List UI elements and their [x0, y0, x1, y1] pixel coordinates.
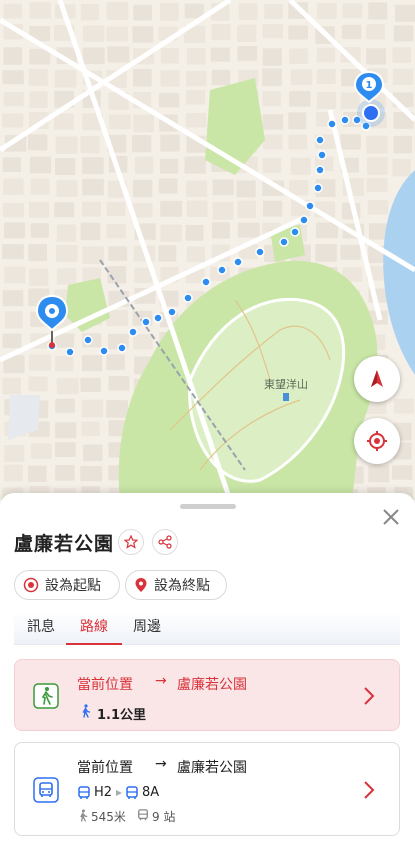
- compass-button[interactable]: [354, 356, 400, 402]
- share-button[interactable]: [152, 529, 178, 555]
- walk-small-icon: [82, 704, 91, 718]
- favorite-button[interactable]: [118, 529, 144, 555]
- transfer-icon: [116, 790, 122, 796]
- set-start-label: 設為起點: [45, 578, 101, 594]
- set-start-button[interactable]: 設為起點: [14, 570, 120, 600]
- set-end-label: 設為終點: [154, 578, 210, 594]
- landmark-icon: [283, 393, 289, 401]
- bus-arrow-icon: →: [155, 756, 167, 772]
- bus-from: 當前位置: [77, 760, 133, 776]
- share-icon: [158, 535, 172, 549]
- place-title: 盧廉若公園: [14, 533, 115, 555]
- bus-icon: [78, 786, 90, 799]
- start-marker-number: 1: [366, 80, 373, 91]
- bus-mode-icon: [33, 777, 59, 803]
- walk-distance: 1.1公里: [97, 708, 147, 723]
- bus-route-card[interactable]: 當前位置 → 盧廉若公園 H2 8A 545米 9 站: [14, 742, 400, 836]
- landmark-label: 東望洋山: [264, 377, 308, 391]
- bus-icon: [126, 786, 138, 799]
- walk-small-icon: [80, 809, 88, 822]
- target-icon: [23, 577, 39, 593]
- pin-icon: [134, 577, 148, 593]
- map-view[interactable]: 東望洋山 1: [0, 0, 415, 500]
- walk-mode-icon: [33, 683, 59, 709]
- bus-line-1: H2: [94, 785, 113, 800]
- star-icon: [124, 535, 138, 549]
- locate-icon: [367, 431, 387, 451]
- bus-line-2: 8A: [142, 785, 160, 800]
- walk-route-card[interactable]: 當前位置 → 盧廉若公園 1.1公里: [14, 659, 400, 731]
- tab-info[interactable]: 訊息: [27, 612, 55, 644]
- current-location-dot: [362, 104, 380, 122]
- walk-from: 當前位置: [77, 677, 133, 693]
- bus-walk-distance: 545米: [91, 810, 126, 824]
- tab-bar: 訊息 路線 周邊: [14, 612, 400, 645]
- sheet-drag-handle[interactable]: [180, 504, 236, 509]
- map-canvas[interactable]: 東望洋山 1: [0, 0, 415, 500]
- tab-route[interactable]: 路線: [66, 612, 122, 645]
- compass-icon: [371, 370, 383, 387]
- chevron-right-icon: [364, 687, 375, 705]
- bus-to: 盧廉若公園: [177, 760, 247, 776]
- chevron-right-icon: [364, 781, 375, 799]
- bus-stops-count: 9 站: [152, 810, 176, 824]
- set-end-button[interactable]: 設為終點: [125, 570, 227, 600]
- close-icon[interactable]: [381, 507, 401, 527]
- walk-to: 盧廉若公園: [177, 677, 247, 693]
- tab-nearby[interactable]: 周邊: [133, 612, 161, 644]
- place-detail-sheet: 盧廉若公園 設為起點 設為終點 訊息 路線 周邊 當前位置 → 盧廉若公園 1.…: [0, 493, 415, 852]
- bus-stop-icon: [138, 809, 148, 821]
- walk-arrow-icon: →: [155, 673, 167, 689]
- locate-button[interactable]: [354, 418, 400, 464]
